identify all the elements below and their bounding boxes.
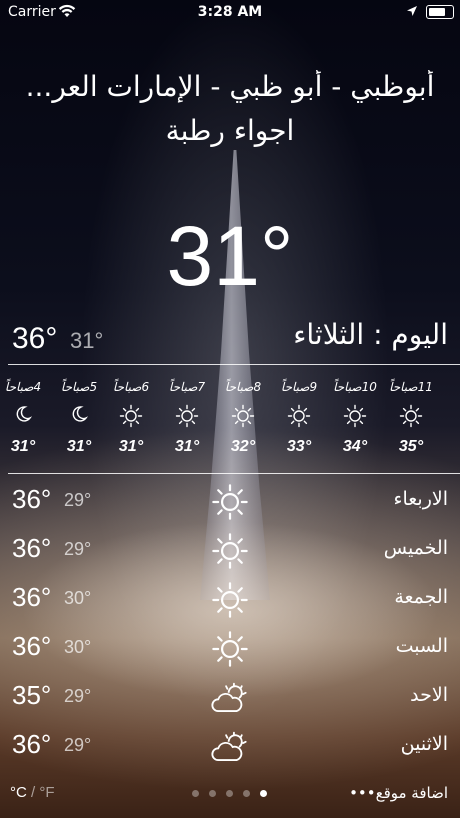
unit-fahrenheit[interactable]: °F bbox=[39, 784, 54, 801]
daily-row: 36° 30° الجمعة bbox=[0, 576, 460, 624]
hour-label: 8صباحاً bbox=[224, 380, 262, 394]
status-bar: Carrier 3:28 AM bbox=[0, 0, 460, 24]
day-low: 29° bbox=[64, 686, 92, 706]
location-title[interactable]: أبوظبي - أبو ظبي - الإمارات العر... bbox=[10, 70, 450, 103]
day-low: 29° bbox=[64, 735, 92, 755]
day-name: الاثنين bbox=[400, 733, 448, 755]
sun-icon bbox=[103, 404, 159, 430]
hour-label: 6صباحاً bbox=[112, 380, 150, 394]
day-high: 36° bbox=[12, 582, 52, 612]
hour-label: 4صباحاً bbox=[4, 380, 42, 394]
sun-icon bbox=[271, 404, 327, 430]
sun-icon bbox=[327, 404, 383, 430]
partly-cloudy-icon bbox=[208, 727, 252, 767]
moon-icon bbox=[0, 404, 51, 430]
hourly-item: 6صباحاً 31° bbox=[103, 366, 159, 456]
hourly-forecast[interactable]: 11صباحاً 35° 10صباحاً 34° 9صباحاً 33° 8ص… bbox=[0, 366, 460, 472]
hour-temp: 31° bbox=[118, 438, 144, 455]
hour-temp: 31° bbox=[174, 438, 200, 455]
day-low: 29° bbox=[64, 539, 92, 559]
hour-temp: 34° bbox=[342, 438, 368, 455]
sun-icon bbox=[383, 404, 439, 430]
page-dot[interactable] bbox=[243, 790, 250, 797]
hour-label: 5صباحاً bbox=[60, 380, 98, 394]
day-name: الاربعاء bbox=[393, 488, 448, 510]
hour-temp: 32° bbox=[230, 438, 256, 455]
sun-icon bbox=[208, 580, 252, 620]
hourly-item: 11صباحاً 35° bbox=[383, 366, 439, 456]
hourly-item: 4صباحاً 31° bbox=[0, 366, 51, 456]
day-low: 30° bbox=[64, 637, 92, 657]
hourly-item: 7صباحاً 31° bbox=[159, 366, 215, 456]
divider-bottom bbox=[8, 473, 460, 474]
unit-toggle[interactable]: °C / °F bbox=[10, 784, 55, 801]
sun-icon bbox=[208, 531, 252, 571]
page-indicator[interactable] bbox=[192, 790, 267, 797]
page-dot[interactable] bbox=[209, 790, 216, 797]
day-low: 30° bbox=[64, 588, 92, 608]
divider-top bbox=[8, 364, 460, 365]
today-low: 31° bbox=[70, 328, 104, 353]
weather-condition: اجواء رطبة bbox=[165, 114, 295, 147]
hour-temp: 31° bbox=[10, 438, 36, 455]
hour-label: 7صباحاً bbox=[168, 380, 206, 394]
page-dot[interactable] bbox=[226, 790, 233, 797]
page-dot[interactable] bbox=[192, 790, 199, 797]
day-name: الجمعة bbox=[394, 586, 448, 608]
moon-icon bbox=[51, 404, 107, 430]
hour-temp: 33° bbox=[286, 438, 312, 455]
daily-row: 35° 29° الاحد bbox=[0, 674, 460, 722]
day-name: الخميس bbox=[383, 537, 448, 559]
location-arrow-icon bbox=[406, 5, 418, 21]
hour-label: 10صباحاً bbox=[333, 380, 377, 394]
add-location-button[interactable]: اضافة موقع••• bbox=[349, 784, 448, 802]
footer-bar: °C / °F اضافة موقع••• bbox=[0, 784, 460, 808]
clock: 3:28 AM bbox=[197, 4, 263, 20]
sun-icon bbox=[159, 404, 215, 430]
hourly-item: 5صباحاً 31° bbox=[51, 366, 107, 456]
daily-row: 36° 29° الخميس bbox=[0, 527, 460, 575]
daily-row: 36° 30° السبت bbox=[0, 625, 460, 673]
day-high: 36° bbox=[12, 484, 52, 514]
hourly-item: 10صباحاً 34° bbox=[327, 366, 383, 456]
day-high: 36° bbox=[12, 729, 52, 759]
day-high: 36° bbox=[12, 533, 52, 563]
sun-icon bbox=[208, 482, 252, 522]
hour-label: 9صباحاً bbox=[280, 380, 318, 394]
today-label: اليوم : الثلاثاء bbox=[293, 318, 448, 351]
daily-row: 36° 29° الاثنين bbox=[0, 723, 460, 771]
daily-row: 36° 29° الاربعاء bbox=[0, 478, 460, 526]
current-temperature: 31° bbox=[166, 209, 294, 303]
sun-icon bbox=[208, 629, 252, 669]
hourly-item: 8صباحاً 32° bbox=[215, 366, 271, 456]
sun-icon bbox=[215, 404, 271, 430]
page-dot[interactable] bbox=[260, 790, 267, 797]
today-high: 36° bbox=[12, 322, 58, 355]
unit-celsius[interactable]: °C bbox=[10, 784, 27, 801]
day-high: 35° bbox=[12, 680, 52, 710]
day-name: السبت bbox=[395, 635, 448, 657]
hour-temp: 35° bbox=[398, 438, 424, 455]
hour-label: 11صباحاً bbox=[389, 380, 433, 394]
day-low: 29° bbox=[64, 490, 92, 510]
hour-temp: 31° bbox=[66, 438, 92, 455]
unit-separator: / bbox=[26, 784, 40, 801]
day-name: الاحد bbox=[410, 684, 448, 706]
battery-icon bbox=[426, 5, 454, 19]
partly-cloudy-icon bbox=[208, 678, 252, 718]
day-high: 36° bbox=[12, 631, 52, 661]
hourly-item: 9صباحاً 33° bbox=[271, 366, 327, 456]
